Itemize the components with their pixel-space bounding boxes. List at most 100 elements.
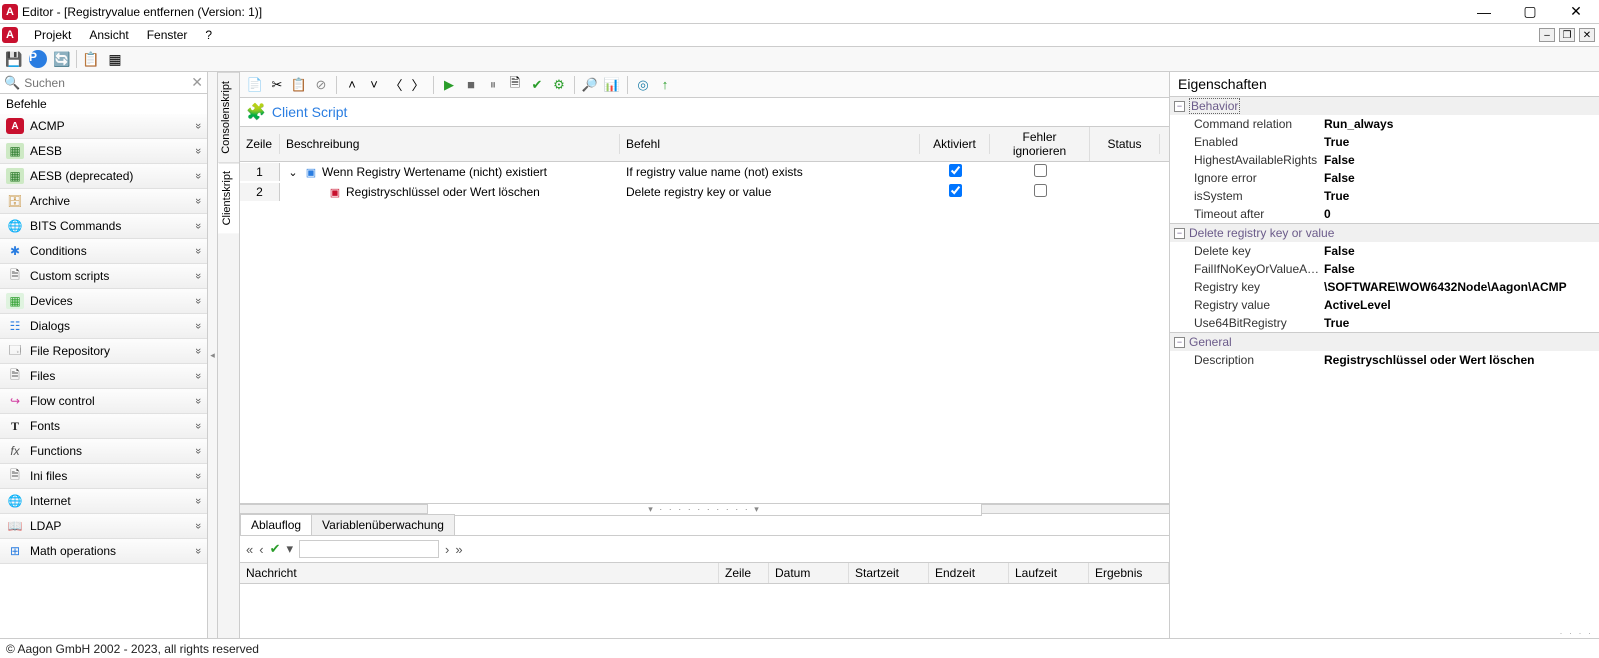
property-group-header[interactable]: −General [1170, 333, 1599, 351]
log-next-icon[interactable]: › [445, 542, 449, 557]
log-col-res[interactable]: Ergebnis [1089, 563, 1169, 583]
menu-projekt[interactable]: Projekt [26, 26, 79, 44]
log-filter-input[interactable] [299, 540, 439, 558]
property-row[interactable]: Delete keyFalse [1170, 242, 1599, 260]
log-dropdown-icon[interactable]: ▾ [286, 541, 293, 557]
command-category[interactable]: 🌐BITS Commands» [0, 214, 207, 239]
col-zeile[interactable]: Zeile [240, 134, 280, 154]
ignore-error-checkbox[interactable] [1034, 164, 1047, 177]
command-category[interactable]: TFonts» [0, 414, 207, 439]
log-col-dur[interactable]: Laufzeit [1009, 563, 1089, 583]
collapse-icon[interactable]: − [1174, 337, 1185, 348]
horizontal-splitter[interactable]: ▾ · · · · · · · · · · ▾ [240, 504, 1169, 514]
log-col-msg[interactable]: Nachricht [240, 563, 719, 583]
command-category[interactable]: ⊞Math operations» [0, 539, 207, 564]
command-category[interactable]: 🗎Ini files» [0, 464, 207, 489]
expand-icon[interactable]: ⌄ [286, 165, 300, 179]
property-row[interactable]: isSystemTrue [1170, 187, 1599, 205]
property-group-header[interactable]: −Behavior [1170, 97, 1599, 115]
mdi-restore-button[interactable]: ❐ [1559, 28, 1575, 42]
tab-ablauflog[interactable]: Ablauflog [240, 514, 312, 535]
log-ok-icon[interactable]: ✔ [270, 541, 281, 557]
col-befehl[interactable]: Befehl [620, 134, 920, 154]
command-category[interactable]: 🗄Archive» [0, 189, 207, 214]
query-icon[interactable]: 🔎 [581, 76, 599, 94]
col-beschreibung[interactable]: Beschreibung [280, 134, 620, 154]
command-category[interactable]: ↪Flow control» [0, 389, 207, 414]
col-status[interactable]: Status [1090, 134, 1160, 154]
log-col-end[interactable]: Endzeit [929, 563, 1009, 583]
enabled-checkbox[interactable] [949, 164, 962, 177]
mdi-minimize-button[interactable]: – [1539, 28, 1555, 42]
collapse-icon[interactable]: − [1174, 101, 1185, 112]
tab-consolenskript[interactable]: Consolenskript [218, 72, 239, 162]
command-category[interactable]: fxFunctions» [0, 439, 207, 464]
command-category[interactable]: ▦Devices» [0, 289, 207, 314]
close-button[interactable]: ✕ [1553, 0, 1599, 24]
minimize-button[interactable]: — [1461, 0, 1507, 24]
doc-icon[interactable]: 🗎 [506, 76, 524, 94]
collapse-icon[interactable]: − [1174, 228, 1185, 239]
command-category[interactable]: 🌐Internet» [0, 489, 207, 514]
sliders-icon[interactable]: ⚙ [550, 76, 568, 94]
cut-icon[interactable]: ✂ [268, 76, 286, 94]
stop-icon[interactable]: ■ [462, 76, 480, 94]
property-row[interactable]: Timeout after0 [1170, 205, 1599, 223]
menu-fenster[interactable]: Fenster [139, 26, 196, 44]
col-fehler[interactable]: Fehler ignorieren [990, 127, 1090, 161]
clear-search-icon[interactable]: ✕ [191, 74, 203, 91]
paste-icon[interactable]: 📋 [290, 76, 308, 94]
delete-icon[interactable]: ⊘ [312, 76, 330, 94]
log-col-start[interactable]: Startzeit [849, 563, 929, 583]
tab-clientskript[interactable]: Clientskript [218, 162, 239, 233]
log-col-zeile[interactable]: Zeile [719, 563, 769, 583]
menu-ansicht[interactable]: Ansicht [81, 26, 136, 44]
publish-icon[interactable]: P [28, 49, 48, 69]
step-fwd-icon[interactable]: 〉 [409, 76, 427, 94]
property-group-header[interactable]: −Delete registry key or value [1170, 224, 1599, 242]
left-splitter[interactable]: ◂ [208, 72, 218, 638]
property-row[interactable]: HighestAvailableRightsFalse [1170, 151, 1599, 169]
menu-help[interactable]: ? [197, 26, 220, 44]
command-category[interactable]: ▦AESB» [0, 139, 207, 164]
bars-icon[interactable]: 📊 [603, 76, 621, 94]
move-up-icon[interactable]: ˄ [343, 76, 361, 94]
pause-icon[interactable]: ⏸ [484, 76, 502, 94]
target-icon[interactable]: ◎ [634, 76, 652, 94]
command-category[interactable]: ☷Dialogs» [0, 314, 207, 339]
property-row[interactable]: FailIfNoKeyOrValueAvailableFalse [1170, 260, 1599, 278]
script-row[interactable]: 2▣Registryschlüssel oder Wert löschenDel… [240, 182, 1169, 202]
copy-icon[interactable]: 📄 [246, 76, 264, 94]
mdi-close-button[interactable]: ✕ [1579, 28, 1595, 42]
enabled-checkbox[interactable] [949, 184, 962, 197]
property-row[interactable]: Command relationRun_always [1170, 115, 1599, 133]
command-category[interactable]: AACMP» [0, 114, 207, 139]
log-last-icon[interactable]: » [455, 542, 462, 557]
maximize-button[interactable]: ▢ [1507, 0, 1553, 24]
properties-icon[interactable]: 📋 [81, 49, 101, 69]
command-category[interactable]: ✱Conditions» [0, 239, 207, 264]
step-back-icon[interactable]: 〈 [387, 76, 405, 94]
script-row[interactable]: 1⌄▣Wenn Registry Wertename (nicht) exist… [240, 162, 1169, 182]
move-down-icon[interactable]: ˅ [365, 76, 383, 94]
log-col-datum[interactable]: Datum [769, 563, 849, 583]
command-category[interactable]: 📖LDAP» [0, 514, 207, 539]
search-input[interactable] [24, 76, 187, 90]
tab-variablen[interactable]: Variablenüberwachung [311, 514, 455, 535]
upload-icon[interactable]: ↑ [656, 76, 674, 94]
command-category[interactable]: ▦AESB (deprecated)» [0, 164, 207, 189]
grid-icon[interactable]: ▦ [105, 49, 125, 69]
property-row[interactable]: Ignore errorFalse [1170, 169, 1599, 187]
property-row[interactable]: Registry valueActiveLevel [1170, 296, 1599, 314]
property-row[interactable]: DescriptionRegistryschlüssel oder Wert l… [1170, 351, 1599, 369]
log-prev-icon[interactable]: ‹ [259, 542, 263, 557]
command-category[interactable]: 🗎Files» [0, 364, 207, 389]
property-row[interactable]: Use64BitRegistryTrue [1170, 314, 1599, 332]
ignore-error-checkbox[interactable] [1034, 184, 1047, 197]
refresh-icon[interactable]: 🔄 [52, 49, 72, 69]
check-icon[interactable]: ✔ [528, 76, 546, 94]
property-row[interactable]: EnabledTrue [1170, 133, 1599, 151]
col-aktiviert[interactable]: Aktiviert [920, 134, 990, 154]
save-icon[interactable]: 💾 [4, 49, 24, 69]
log-first-icon[interactable]: « [246, 542, 253, 557]
